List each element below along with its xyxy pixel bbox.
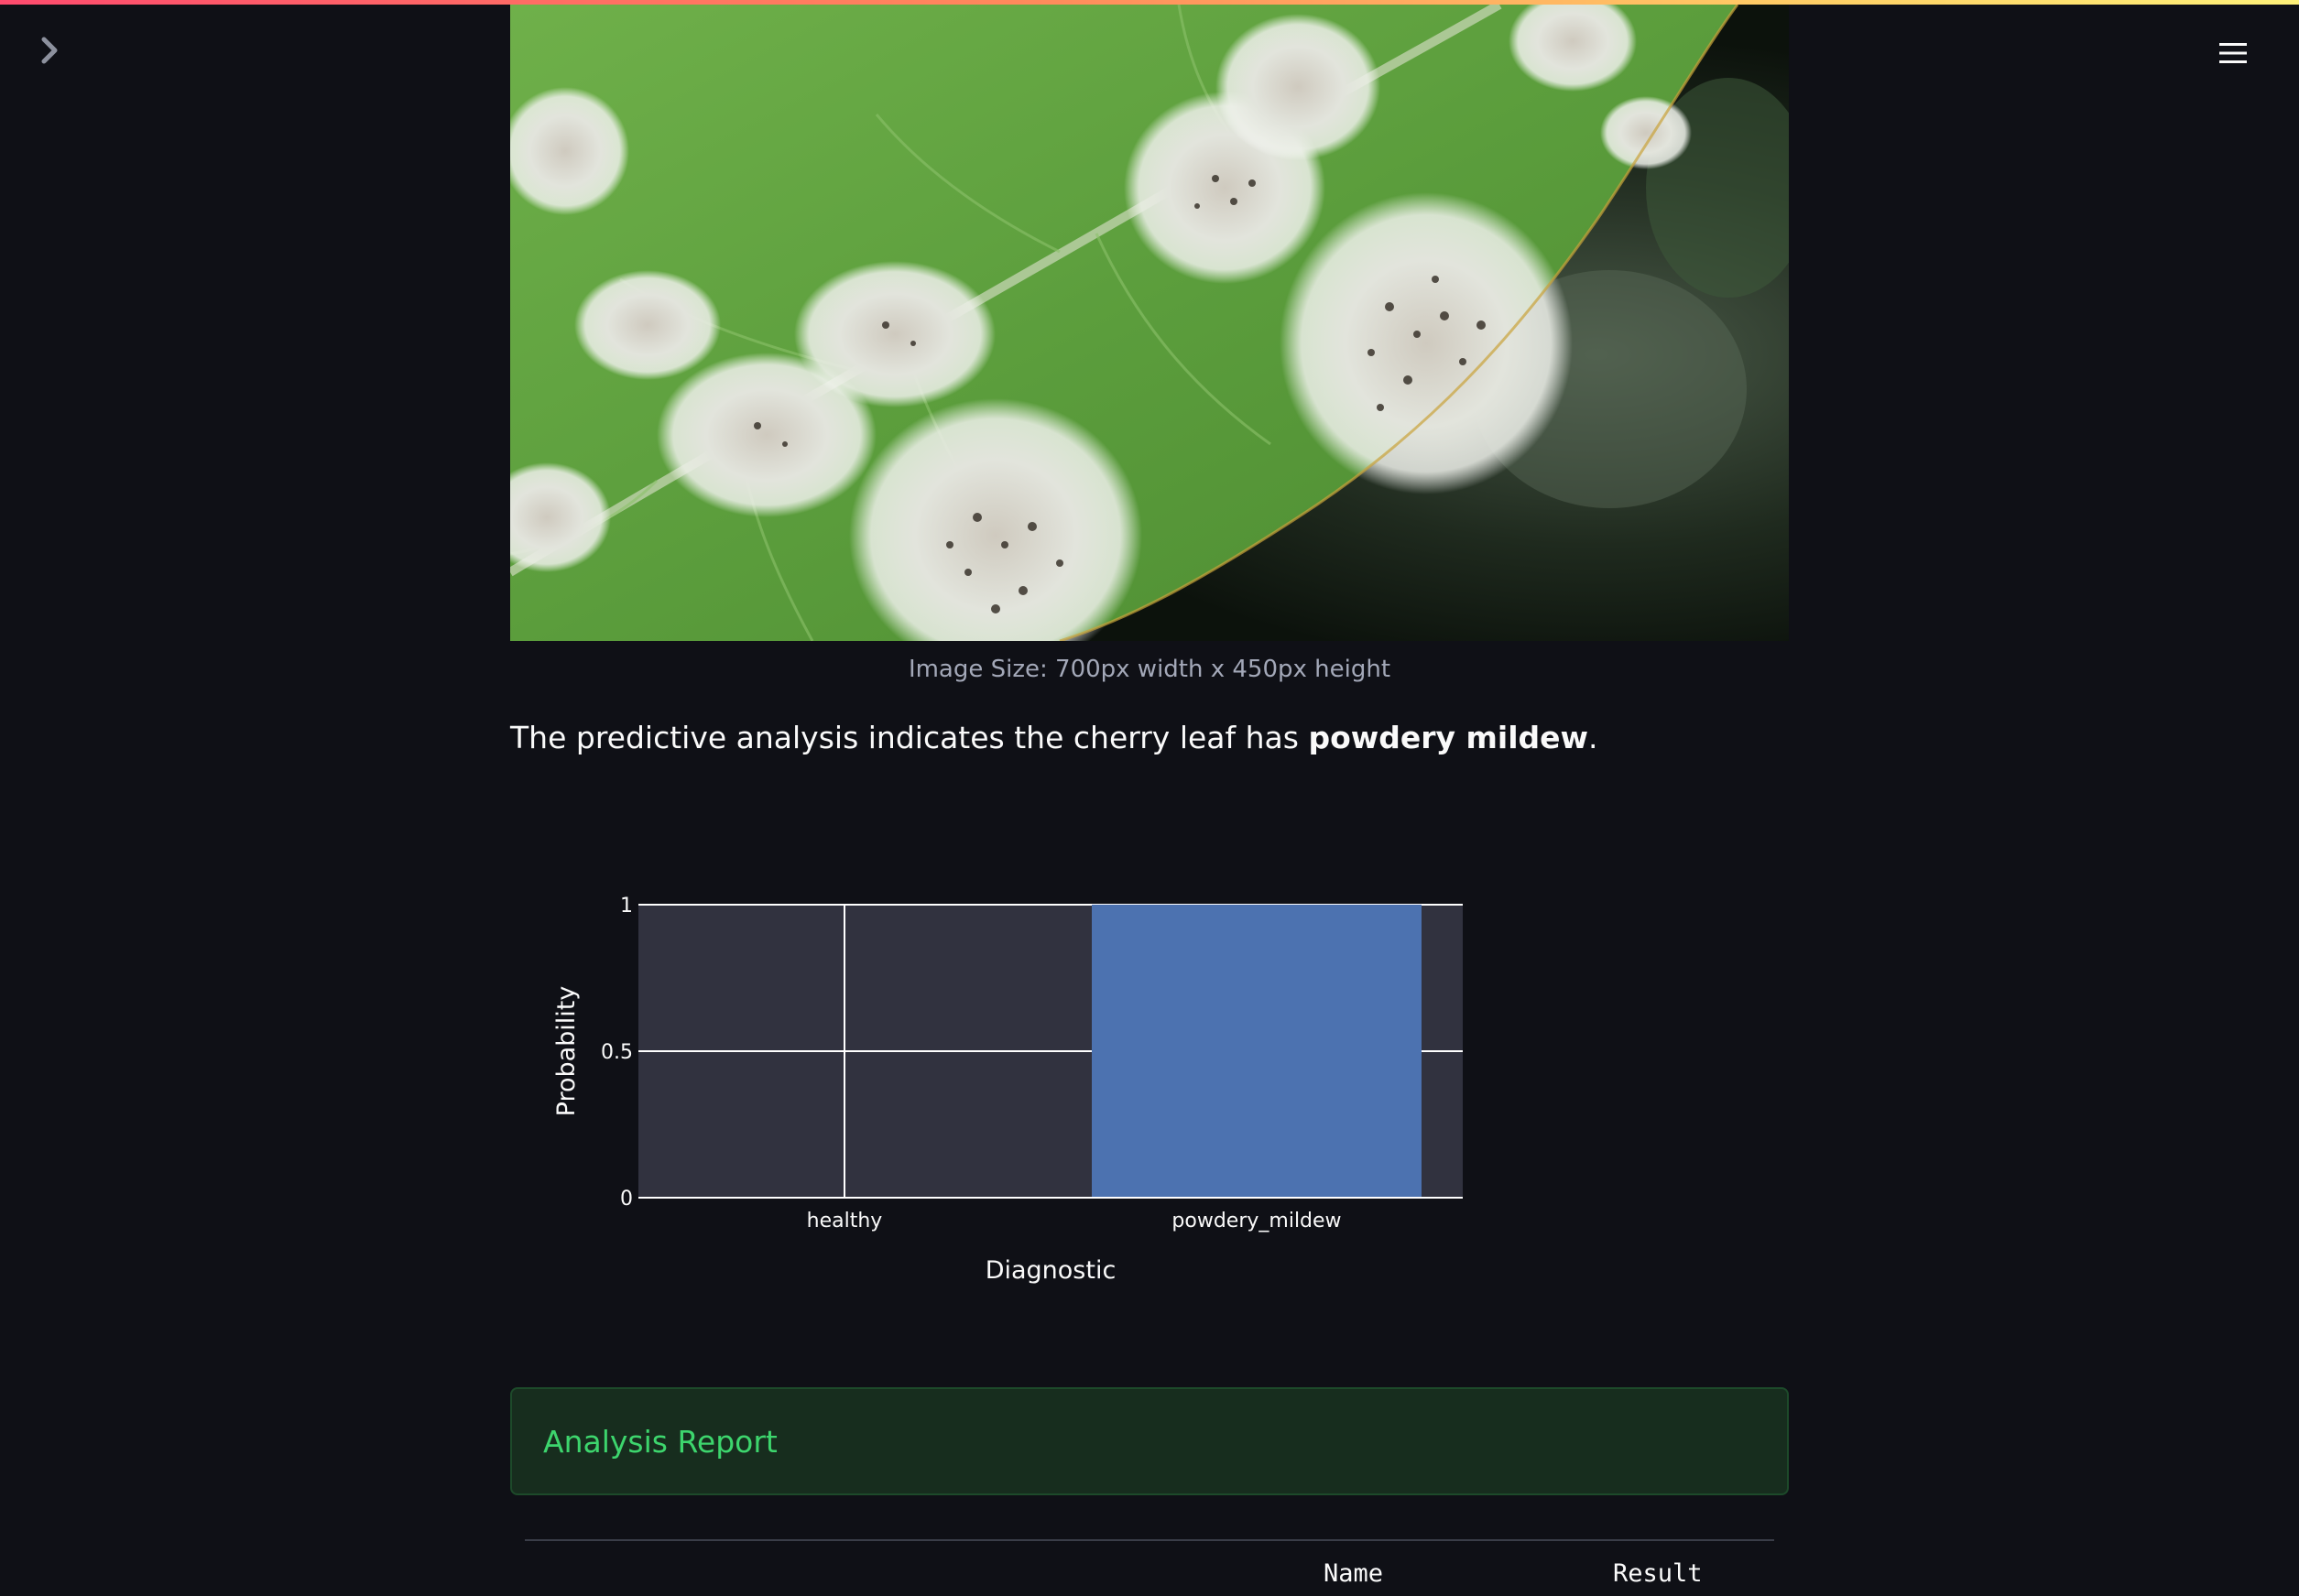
main-menu-button[interactable] (2215, 35, 2251, 71)
hamburger-menu-icon (2219, 43, 2247, 63)
leaf-image (510, 5, 1789, 641)
chart-x-tick-label: powdery_mildew (1171, 1210, 1341, 1232)
probability-chart-svg: 0 0.5 1 healthy powdery_mildew Diagnostic Prob… (552, 895, 1463, 1285)
image-caption: Image Size: 700px width x 450px height (908, 656, 1391, 683)
probability-chart[interactable]: 0 0.5 1 healthy powdery_mildew Diagnostic Prob… (528, 870, 1554, 1291)
chart-y-axis-label: Probability (552, 986, 581, 1117)
prediction-diagnosis: powdery mildew (1308, 720, 1589, 755)
prediction-prefix: The predictive analysis indicates the ch… (510, 720, 1309, 755)
chart-y-tick-label: 1 (620, 895, 633, 917)
prediction-suffix: . (1588, 720, 1598, 755)
analysis-report-title: Analysis Report (543, 1423, 778, 1460)
column-header-name: Name (1324, 1559, 1384, 1588)
chevron-right-icon (41, 37, 58, 64)
analysis-report-alert: Analysis Report (510, 1387, 1789, 1495)
column-header-result: Result (1613, 1559, 1703, 1588)
chart-bar-powdery_mildew (1092, 905, 1422, 1198)
chart-x-axis-label: Diagnostic (986, 1256, 1117, 1285)
chart-y-tick-label: 0.5 (601, 1041, 633, 1064)
table-top-divider (525, 1539, 1774, 1541)
prediction-text: The predictive analysis indicates the ch… (510, 720, 1789, 755)
report-table-header: Name Result (525, 1559, 1774, 1596)
cherry-leaf-photo (510, 5, 1789, 641)
sidebar-toggle-button[interactable] (35, 35, 66, 66)
chart-y-tick-label: 0 (620, 1188, 633, 1211)
chart-x-tick-label: healthy (807, 1210, 883, 1232)
